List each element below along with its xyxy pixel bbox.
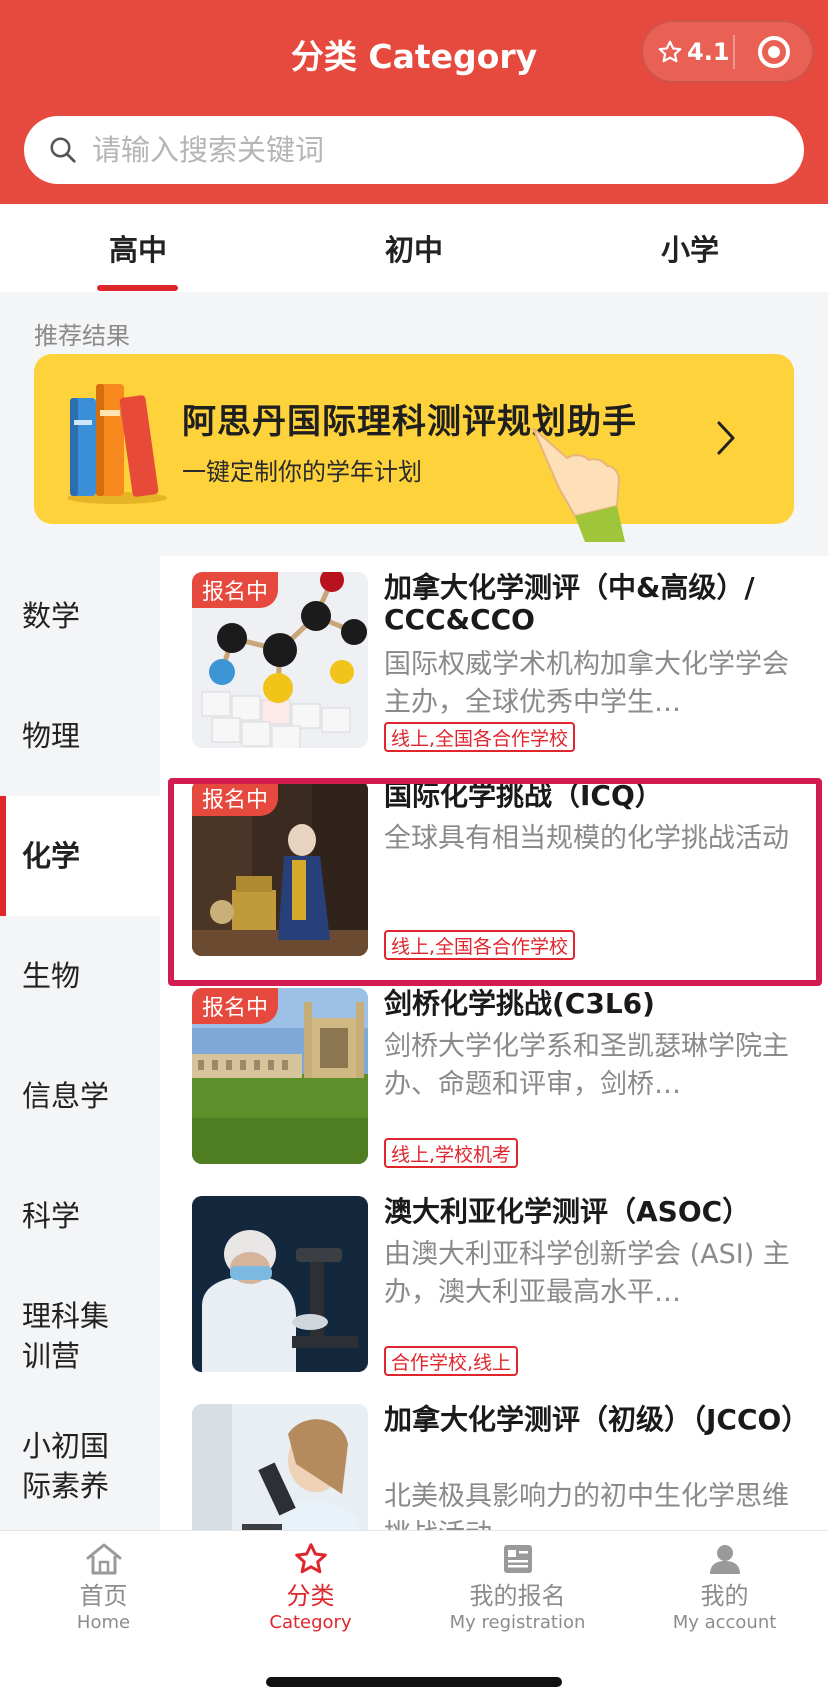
home-indicator-bar[interactable] [266, 1677, 562, 1687]
sidebar-item-informatics[interactable]: 信息学 [0, 1036, 160, 1156]
nav-sublabel: My account [672, 1612, 777, 1633]
level-tabs: 高中 初中 小学 [0, 204, 828, 292]
mini-program-capsule: 4.1 [641, 20, 814, 83]
sidebar-item-science[interactable]: 科学 [0, 1156, 160, 1276]
search-input[interactable] [92, 133, 732, 167]
sidebar-item-physics[interactable]: 物理 [0, 676, 160, 796]
nav-sublabel: My registration [449, 1612, 586, 1633]
rating-value: 4.1 [687, 37, 730, 66]
sidebar-item-label: 信息学 [22, 1079, 110, 1113]
nav-label: 首页 [79, 1582, 128, 1610]
course-card[interactable]: 澳大利亚化学测评（ASOC） 由澳大利亚科学创新学会 (ASI) 主办，澳大利亚… [160, 1180, 828, 1388]
registration-icon [501, 1541, 535, 1577]
course-title: 澳大利亚化学测评（ASOC） [384, 1195, 751, 1228]
sidebar-active-indicator [0, 796, 6, 916]
course-title: 加拿大化学测评（中&高级）/ CCC&CCO [384, 571, 755, 636]
chevron-right-icon [717, 421, 735, 455]
sidebar-item-label: 物理 [22, 719, 81, 753]
course-description: 北美极具影响力的初中生化学思维挑战活动 [384, 1481, 789, 1530]
sidebar-item-label: 科学 [22, 1199, 81, 1233]
selection-highlight-box [168, 778, 822, 986]
scientist-microscope-image [192, 1404, 368, 1530]
course-tag: 线上,学校机考 [384, 1138, 519, 1168]
nav-sublabel: Home [76, 1612, 131, 1633]
banner-subtitle: 一键定制你的学年计划 [182, 458, 422, 486]
course-tag: 线上,全国各合作学校 [384, 722, 576, 752]
status-badge: 报名中 [192, 572, 279, 608]
tab-high-school[interactable]: 高中 [0, 204, 276, 292]
nav-label: 我的 [700, 1582, 749, 1610]
account-icon [708, 1541, 742, 1577]
course-description: 剑桥大学化学系和圣凯瑟琳学院主办、命题和评审，剑桥… [384, 1031, 789, 1100]
nav-registration[interactable]: 我的报名 My registration [414, 1531, 621, 1651]
nav-label: 分类 [286, 1582, 335, 1610]
home-icon [85, 1541, 123, 1577]
course-description: 由澳大利亚科学创新学会 (ASI) 主办，澳大利亚最高水平… [384, 1239, 790, 1308]
target-circle-icon [757, 35, 790, 68]
search-icon [48, 135, 78, 165]
star-icon [292, 1541, 330, 1577]
recommend-label: 推荐结果 [34, 322, 130, 350]
sidebar-item-label: 理科集训营 [22, 1299, 110, 1373]
close-capsule-button[interactable] [735, 34, 812, 70]
category-sidebar: 数学 物理 化学 生物 信息学 科学 理科集训营 小初国际素养 [0, 556, 160, 1530]
lab-microscope-image [192, 1196, 368, 1372]
course-title: 剑桥化学挑战(C3L6) [384, 987, 655, 1020]
sidebar-item-math[interactable]: 数学 [0, 556, 160, 676]
recommend-banner[interactable]: 阿思丹国际理科测评规划助手 一键定制你的学年计划 [34, 354, 794, 542]
course-card[interactable]: 加拿大化学测评（初级）（JCCO） 北美极具影响力的初中生化学思维挑战活动 [160, 1388, 828, 1530]
cambridge-college-image: 报名中 [192, 988, 368, 1164]
course-tag: 合作学校,线上 [384, 1346, 519, 1376]
sidebar-item-literacy[interactable]: 小初国际素养 [0, 1406, 120, 1526]
nav-label: 我的报名 [469, 1582, 566, 1610]
molecule-model-image: 报名中 [192, 572, 368, 748]
course-list: 报名中 加拿大化学测评（中&高级）/ CCC&CCO 国际权威学术机构加拿大化学… [160, 556, 828, 1530]
header-bar: 分类 Category 4.1 [0, 0, 828, 204]
sidebar-item-camp[interactable]: 理科集训营 [0, 1276, 120, 1396]
bottom-navigation: 首页 Home 分类 Category 我的报名 My registration… [0, 1530, 828, 1704]
nav-category[interactable]: 分类 Category [207, 1531, 414, 1651]
pointing-hand-icon [532, 427, 625, 542]
books-icon [67, 384, 167, 504]
sidebar-item-chemistry[interactable]: 化学 [0, 796, 160, 916]
course-card[interactable]: 报名中 加拿大化学测评（中&高级）/ CCC&CCO 国际权威学术机构加拿大化学… [160, 556, 828, 764]
course-card[interactable]: 报名中 剑桥化学挑战(C3L6) 剑桥大学化学系和圣凯瑟琳学院主办、命题和评审，… [160, 972, 828, 1180]
status-badge: 报名中 [192, 988, 279, 1024]
course-title: 加拿大化学测评（初级）（JCCO） [384, 1403, 810, 1436]
tab-primary-school[interactable]: 小学 [552, 204, 828, 292]
course-description: 国际权威学术机构加拿大化学学会主办，全球优秀中学生… [384, 649, 789, 718]
star-outline-icon [658, 40, 682, 62]
sidebar-item-label: 化学 [22, 839, 81, 873]
nav-sublabel: Category [269, 1612, 352, 1633]
search-bar[interactable] [24, 116, 804, 184]
sidebar-item-biology[interactable]: 生物 [0, 916, 160, 1036]
sidebar-item-label: 小初国际素养 [22, 1429, 110, 1503]
nav-home[interactable]: 首页 Home [0, 1531, 207, 1651]
active-tab-indicator [97, 285, 178, 291]
sidebar-item-label: 生物 [22, 959, 81, 993]
tab-middle-school[interactable]: 初中 [276, 204, 552, 292]
sidebar-item-label: 数学 [22, 599, 81, 633]
nav-account[interactable]: 我的 My account [621, 1531, 828, 1651]
rating-button[interactable]: 4.1 [643, 38, 733, 66]
